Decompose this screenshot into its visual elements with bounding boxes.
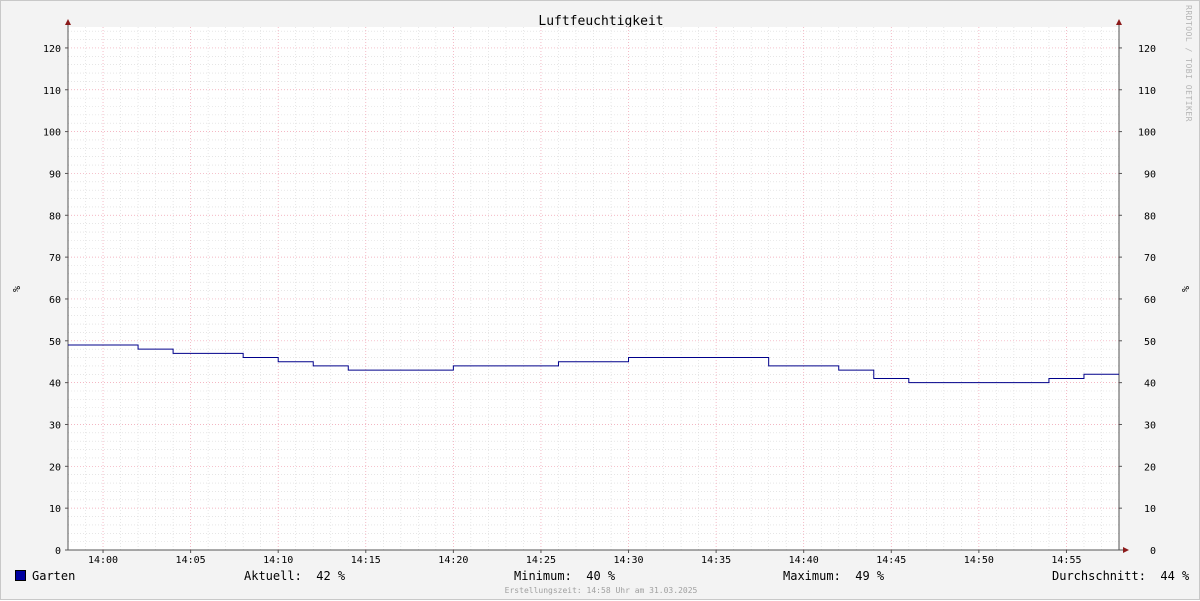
y-tick-label-right: 20 (1144, 462, 1156, 473)
x-tick-label: 14:05 (176, 555, 206, 566)
x-tick-label: 14:15 (351, 555, 381, 566)
chart-frame: Luftfeuchtigkeit 0 0 10 10 20 20 30 30 40 40 50 50 6… (0, 0, 1200, 600)
y-tick-label-right: 40 (1144, 379, 1156, 390)
y-tick-label-left: 20 (49, 462, 61, 473)
y-tick-label-left: 0 (55, 546, 61, 557)
legend-average: Durchschnitt: 44 % (1052, 569, 1190, 583)
y-tick-label-left: 100 (43, 128, 61, 139)
humidity-chart: Luftfeuchtigkeit 0 0 10 10 20 20 30 30 40 40 50 50 6… (10, 14, 1190, 566)
y-tick-label-right: 10 (1144, 504, 1156, 515)
y-axis-arrow-left (65, 19, 71, 25)
y-axis-label-left: % (10, 286, 21, 292)
x-tick-label: 14:20 (438, 555, 468, 566)
y-tick-label-right: 80 (1144, 211, 1156, 222)
x-tick-label: 14:45 (876, 555, 906, 566)
y-tick-label-left: 40 (49, 379, 61, 390)
x-tick-label: 14:25 (526, 555, 556, 566)
y-tick-label-right: 120 (1138, 44, 1156, 55)
legend-current: Aktuell: 42 % (244, 569, 346, 583)
y-tick-label-left: 70 (49, 253, 61, 264)
y-tick-label-right: 0 (1150, 546, 1156, 557)
x-tick-label: 14:10 (263, 555, 293, 566)
x-tick-label: 14:30 (613, 555, 643, 566)
legend-series: Garten (15, 569, 75, 583)
y-tick-label-left: 120 (43, 44, 61, 55)
y-tick-label-left: 30 (49, 420, 61, 431)
y-tick-label-left: 10 (49, 504, 61, 515)
legend-swatch (15, 570, 26, 581)
y-tick-label-right: 50 (1144, 337, 1156, 348)
x-tick-label: 14:50 (964, 555, 994, 566)
chart-title: Luftfeuchtigkeit (538, 14, 663, 29)
y-tick-label-left: 90 (49, 169, 61, 180)
y-tick-label-right: 110 (1138, 86, 1156, 97)
x-axis-arrow (1123, 547, 1129, 553)
y-tick-label-right: 90 (1144, 169, 1156, 180)
x-tick-label: 14:40 (789, 555, 819, 566)
y-axis-label-right: % (1179, 286, 1190, 292)
y-tick-label-left: 110 (43, 86, 61, 97)
legend-minimum: Minimum: 40 % (514, 569, 616, 583)
y-tick-label-left: 50 (49, 337, 61, 348)
y-tick-label-right: 100 (1138, 128, 1156, 139)
y-tick-label-right: 60 (1144, 295, 1156, 306)
x-tick-label: 14:00 (88, 555, 118, 566)
y-tick-label-left: 80 (49, 211, 61, 222)
creation-time-footer: Erstellungszeit: 14:58 Uhr am 31.03.2025 (504, 586, 698, 595)
rrdtool-watermark: RRDTOOL / TOBI OETIKER (1184, 5, 1193, 122)
legend-series-name: Garten (32, 569, 76, 583)
y-tick-label-left: 60 (49, 295, 61, 306)
x-tick-label: 14:55 (1051, 555, 1081, 566)
y-tick-label-right: 70 (1144, 253, 1156, 264)
legend-maximum: Maximum: 49 % (783, 569, 885, 583)
y-axis-arrow-right (1116, 19, 1122, 25)
x-tick-label: 14:35 (701, 555, 731, 566)
y-tick-label-right: 30 (1144, 420, 1156, 431)
